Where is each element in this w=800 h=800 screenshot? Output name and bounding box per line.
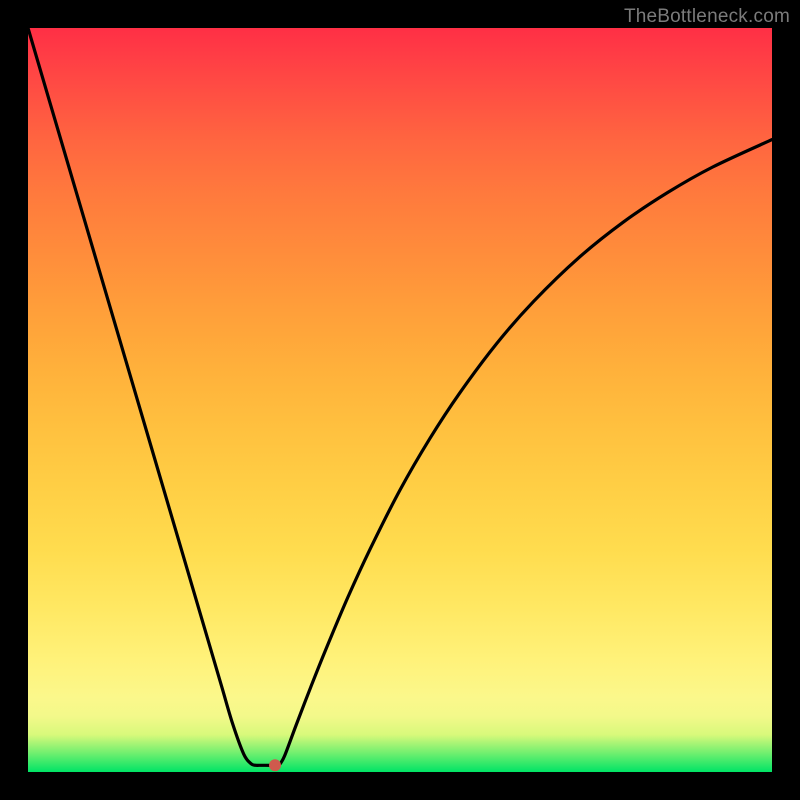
watermark: TheBottleneck.com (624, 6, 790, 28)
series-curve (28, 28, 772, 765)
plot-area (28, 28, 772, 772)
chart-container: TheBottleneck.com (0, 0, 800, 800)
chart-svg (28, 28, 772, 772)
marker-dot (269, 759, 281, 771)
